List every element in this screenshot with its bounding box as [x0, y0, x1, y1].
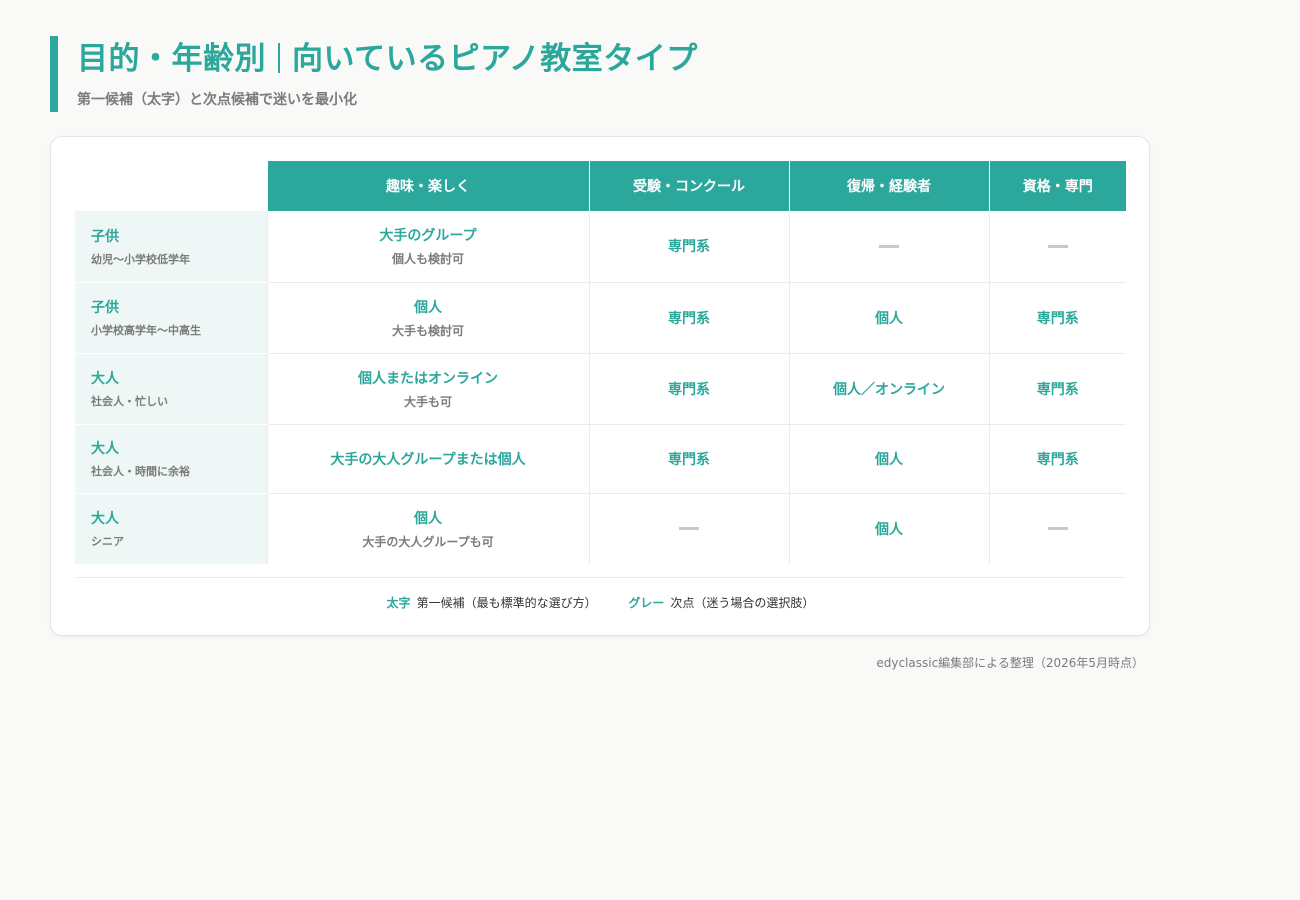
row-header: 大人 社会人・忙しい [75, 353, 267, 425]
cell-primary: 専門系 [668, 239, 710, 256]
recommendation-table: 趣味・楽しく 受験・コンクール 復帰・経験者 資格・専門 子供 幼児〜小学校低学年… [75, 161, 1126, 564]
row-sublabel: シニア [91, 535, 124, 549]
table-cell: 専門系 [588, 424, 789, 494]
cell-primary: 個人 [414, 299, 442, 316]
table-cell: 個人 [788, 424, 989, 494]
row-label: 大人 [91, 511, 119, 528]
table-cell: 大手の大人グループまたは個人 [266, 424, 589, 494]
table-cell: 専門系 [988, 353, 1126, 425]
cell-secondary: 大手も検討可 [391, 323, 464, 338]
legend: 太字 第一候補（最も標準的な選び方） グレー 次点（迷う場合の選択肢） [75, 594, 1126, 611]
cell-primary: 専門系 [668, 451, 710, 468]
row-label: 大人 [91, 371, 119, 387]
cell-primary: 個人 [875, 521, 903, 538]
table-cell: 専門系 [588, 282, 789, 354]
table-row: 大人 シニア 個人 大手の大人グループも可 個人 [75, 493, 1126, 564]
column-header: 復帰・経験者 [788, 161, 989, 211]
row-header: 大人社会人・時間に余裕 [75, 424, 267, 494]
table-row: 子供 幼児〜小学校低学年 大手のグループ 個人も検討可 専門系 [75, 211, 1126, 283]
table-cell: 個人 [788, 282, 989, 354]
column-header: 資格・専門 [988, 161, 1126, 211]
not-applicable-dash [879, 244, 899, 248]
cell-secondary: 大手も可 [403, 394, 452, 409]
table-cell: 大手のグループ 個人も検討可 [266, 211, 589, 283]
table-row: 大人 社会人・忙しい 個人またはオンライン 大手も可 専門系 個人／オンライン 専門系 [75, 353, 1126, 425]
not-applicable-dash [1047, 527, 1068, 531]
table-cell [588, 493, 789, 564]
title-separator [278, 43, 280, 73]
cell-primary: 個人 [875, 310, 903, 327]
cell-primary: 個人 [414, 510, 442, 527]
legend-desc-gray: 次点（迷う場合の選択肢） [670, 596, 815, 610]
cell-secondary: 大手の大人グループも可 [362, 534, 494, 549]
table-cell [788, 211, 989, 283]
legend-key-gray: グレー [628, 596, 665, 610]
row-header: 大人 シニア [75, 493, 267, 564]
table-header-row: 趣味・楽しく 受験・コンクール 復帰・経験者 資格・専門 [75, 161, 1126, 211]
table-cell: 専門系 [588, 353, 789, 425]
row-sublabel: 小学校高学年〜中高生 [91, 324, 201, 337]
not-applicable-dash [1047, 244, 1068, 248]
cell-primary: 専門系 [668, 381, 710, 398]
row-header: 子供小学校高学年〜中高生 [75, 282, 267, 354]
cell-primary: 個人／オンライン [833, 381, 945, 398]
title-left: 目的・年齢別 [77, 41, 266, 77]
cell-primary: 大手のグループ [379, 228, 477, 245]
cell-primary: 個人またはオンライン [358, 370, 498, 387]
table-cell: 個人大手の大人グループも可 [266, 493, 589, 564]
table-cell: 専門系 [988, 282, 1126, 354]
row-sublabel: 社会人・忙しい [91, 395, 168, 408]
page-subtitle: 第一候補（太字）と次点候補で迷いを最小化 [77, 92, 357, 108]
table-cell [988, 493, 1126, 564]
table-cell: 個人またはオンライン 大手も可 [266, 353, 589, 425]
column-header: 受験・コンクール [588, 161, 789, 211]
title-right: 向いているピアノ教室タイプ [292, 41, 698, 77]
page-title: 目的・年齢別 向いているピアノ教室タイプ [77, 36, 698, 75]
legend-item-gray: グレー 次点（迷う場合の選択肢） [628, 594, 814, 611]
page-header: 目的・年齢別 向いているピアノ教室タイプ 第一候補（太字）と次点候補で迷いを最小化 [50, 36, 698, 112]
table-cell: 専門系 [988, 424, 1126, 494]
row-label: 子供 [91, 228, 119, 245]
table-cell [988, 211, 1126, 283]
cell-primary: 大手の大人グループまたは個人 [330, 451, 526, 468]
table-card: 趣味・楽しく 受験・コンクール 復帰・経験者 資格・専門 子供 幼児〜小学校低学年… [50, 136, 1150, 636]
table-cell: 専門系 [588, 211, 789, 283]
header-corner [75, 161, 267, 211]
row-label: 子供 [91, 300, 119, 316]
table-cell: 個人 大手も検討可 [266, 282, 589, 354]
table-cell: 個人 [788, 493, 989, 564]
cell-secondary: 個人も検討可 [391, 252, 464, 267]
table-cell: 個人／オンライン [788, 353, 989, 425]
table-row: 大人社会人・時間に余裕 大手の大人グループまたは個人 専門系 個人 専門系 [75, 424, 1126, 494]
cell-primary: 個人 [875, 451, 903, 468]
cell-primary: 専門系 [1036, 451, 1079, 468]
column-header: 趣味・楽しく [266, 161, 589, 211]
cell-primary: 専門系 [1036, 381, 1079, 398]
table-row: 子供 小学校高学年〜中高生 個人 大手も検討可 専門系 個人 専門系 [75, 282, 1126, 354]
not-applicable-dash [679, 527, 699, 531]
legend-divider [75, 577, 1126, 578]
row-label: 大人 [91, 441, 119, 457]
row-sublabel: 幼児〜小学校低学年 [91, 252, 190, 266]
legend-desc-bold: 第一候補（最も標準的な選び方） [416, 596, 597, 610]
row-header: 子供幼児〜小学校低学年 [75, 211, 267, 283]
cell-primary: 専門系 [1036, 310, 1079, 327]
legend-key-bold: 太字 [386, 596, 411, 610]
cell-primary: 専門系 [668, 310, 710, 327]
credit-note: edyclassic編集部による整理（2026年5月時点） [876, 656, 1144, 670]
row-sublabel: 社会人・時間に余裕 [91, 465, 190, 478]
legend-item-bold: 太字 第一候補（最も標準的な選び方） [387, 594, 597, 611]
